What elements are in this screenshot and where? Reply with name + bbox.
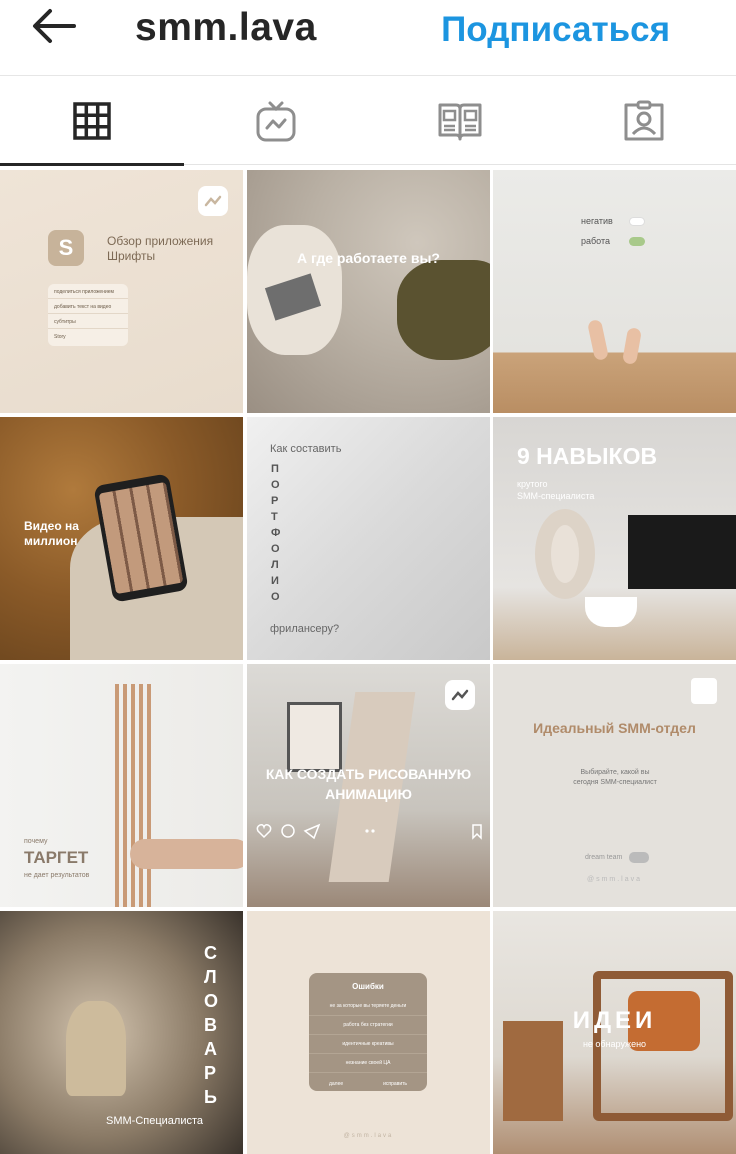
post-photo <box>621 327 643 365</box>
post-subtitle: SMM-специалиста <box>517 491 595 501</box>
post-tile[interactable]: ИДЕИ не обнаружено <box>493 911 736 1154</box>
menu-card: поделиться приложением добавить текст на… <box>48 284 128 346</box>
tab-igtv[interactable] <box>184 77 368 165</box>
card-row: работа без стратегии <box>309 1016 427 1035</box>
card-row: идентичные креативы <box>309 1035 427 1054</box>
post-tile[interactable]: Ошибки не за которые вы теряете деньги р… <box>247 911 490 1154</box>
toggle-on <box>629 237 645 246</box>
igtv-badge-icon <box>198 186 228 216</box>
vertical-title: СЛОВАРЬ <box>204 943 219 1107</box>
post-title: Обзор приложения Шрифты <box>107 234 214 263</box>
toggle-off <box>629 217 645 226</box>
toggle-label: dream team <box>585 854 623 861</box>
post-photo <box>503 1021 563 1121</box>
post-tile[interactable]: почему ТАРГЕТ не дает результатов <box>0 664 243 907</box>
arrow-left-icon <box>33 9 76 43</box>
post-title: Идеальный SMM-отдел <box>533 720 696 736</box>
menu-item: Story <box>54 334 66 340</box>
post-actions-icon <box>256 823 482 840</box>
back-button[interactable] <box>28 6 78 46</box>
card-actions: далее исправить <box>309 1081 427 1087</box>
account-handle: @smm.lava <box>586 876 643 883</box>
profile-username: smm.lava <box>135 6 317 49</box>
fix-label: исправить <box>383 1081 408 1087</box>
profile-tabs <box>0 77 736 166</box>
post-subtitle: не обнаружено <box>582 1039 647 1049</box>
post-kicker: почему <box>24 838 48 845</box>
toggle-icon <box>629 852 649 863</box>
post-photo <box>586 318 610 362</box>
vertical-title: ПОРТФОЛИО <box>271 463 281 603</box>
menu-item: добавить текст на видео <box>48 299 128 314</box>
post-tile[interactable]: негатив работа <box>493 170 736 413</box>
post-title: Как составить <box>270 443 342 455</box>
account-handle: @smm.lava <box>343 1133 394 1139</box>
follow-button[interactable]: Подписаться <box>441 10 670 50</box>
option-label: работа <box>581 236 610 246</box>
app-icon: S <box>48 230 84 266</box>
bust-image <box>66 1001 126 1096</box>
post-tile[interactable]: Идеальный SMM-отдел Выбирайте, какой вы … <box>493 664 736 907</box>
card-row: не за которые вы теряете деньги <box>309 997 427 1016</box>
grid-icon <box>73 102 111 140</box>
post-title: ТАРГЕТ <box>24 848 89 867</box>
post-subtitle: не дает результатов <box>24 872 90 879</box>
post-subtitle: крутого <box>517 479 548 489</box>
post-tile[interactable]: S Обзор приложения Шрифты поделиться при… <box>0 170 243 413</box>
option-label: негатив <box>581 216 613 226</box>
post-title: А где работаете вы? <box>297 250 440 266</box>
error-card: Ошибки не за которые вы теряете деньги р… <box>309 973 427 1091</box>
igtv-badge-icon <box>445 680 475 710</box>
post-title: 9 НАВЫКОВ <box>517 443 658 469</box>
tab-tagged[interactable] <box>552 77 736 165</box>
tab-posts-grid[interactable] <box>0 77 184 166</box>
post-title: Видео на миллион <box>24 519 79 548</box>
carousel-icon <box>691 678 717 704</box>
post-tile[interactable]: А где работаете вы? <box>247 170 490 413</box>
post-photo <box>287 702 342 772</box>
profile-header: smm.lava Подписаться <box>0 0 736 76</box>
post-photo <box>115 684 155 907</box>
card-title: Ошибки <box>352 982 384 991</box>
menu-item: поделиться приложением <box>48 284 128 299</box>
menu-item: субтитры <box>48 314 128 329</box>
post-title: ИДЕИ <box>572 1007 657 1034</box>
post-subtitle: Выбирайте, какой вы сегодня SMM-специали… <box>573 769 657 786</box>
posts-grid: S Обзор приложения Шрифты поделиться при… <box>0 170 736 1154</box>
post-title: КАК СОЗДАТЬ РИСОВАННУЮ АНИМАЦИЮ <box>265 766 472 802</box>
tab-guides[interactable] <box>368 77 552 165</box>
laptop-image <box>628 515 736 589</box>
post-tile[interactable]: Как составить ПОРТФОЛИО фрилансеру? <box>247 417 490 660</box>
post-tile[interactable]: Видео на миллион <box>0 417 243 660</box>
post-tile[interactable]: СЛОВАРЬ SMM-Специалиста <box>0 911 243 1154</box>
post-subtitle: SMM-Специалиста <box>106 1115 204 1127</box>
post-photo <box>130 839 243 869</box>
guide-icon <box>438 103 482 141</box>
tagged-person-icon <box>624 100 664 141</box>
cup-image <box>585 597 637 627</box>
post-subtitle: фрилансеру? <box>270 623 340 635</box>
igtv-icon <box>256 101 296 142</box>
vase-image <box>535 509 595 599</box>
post-photo <box>397 260 490 360</box>
post-tile[interactable]: 9 НАВЫКОВ крутого SMM-специалиста <box>493 417 736 660</box>
post-tile[interactable]: КАК СОЗДАТЬ РИСОВАННУЮ АНИМАЦИЮ <box>247 664 490 907</box>
next-label: далее <box>328 1081 344 1087</box>
card-row: незнание своей ЦА <box>309 1054 427 1073</box>
